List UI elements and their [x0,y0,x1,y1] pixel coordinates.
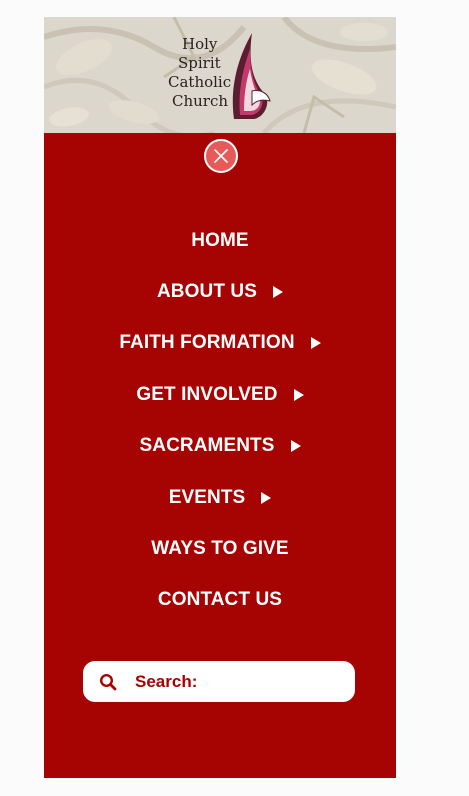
logo-line-2: Spirit [178,54,221,72]
nav-item-label: SACRAMENTS [139,435,275,457]
submenu-arrow-icon[interactable] [293,388,304,401]
mobile-menu-panel: Holy Spirit Catholic Church HOME ABOUT U… [44,17,396,778]
close-icon [214,149,228,163]
logo-text: Holy Spirit Catholic Church [164,35,234,111]
nav-item-events[interactable]: EVENTS [44,472,396,523]
main-navigation: HOME ABOUT US FAITH FORMATION GET INVOLV… [44,215,396,626]
nav-item-contact-us[interactable]: CONTACT US [44,575,396,626]
nav-item-about-us[interactable]: ABOUT US [44,266,396,317]
submenu-arrow-icon[interactable] [261,491,272,504]
search-icon[interactable] [99,673,117,691]
church-logo[interactable]: Holy Spirit Catholic Church [164,31,276,123]
logo-line-4: Church [172,92,229,110]
submenu-arrow-icon[interactable] [273,286,284,299]
search-box[interactable] [83,661,355,702]
logo-line-3: Catholic [168,73,232,91]
nav-item-sacraments[interactable]: SACRAMENTS [44,421,396,472]
submenu-arrow-icon[interactable] [310,337,321,350]
nav-item-label: WAYS TO GIVE [151,538,289,560]
nav-item-label: ABOUT US [156,281,258,303]
nav-item-ways-to-give[interactable]: WAYS TO GIVE [44,523,396,574]
nav-item-label: CONTACT US [157,589,283,611]
nav-item-label: FAITH FORMATION [119,332,295,354]
nav-item-label: HOME [191,229,249,251]
submenu-arrow-icon[interactable] [290,440,301,453]
nav-item-get-involved[interactable]: GET INVOLVED [44,369,396,420]
logo-line-1: Holy [182,35,218,53]
nav-item-faith-formation[interactable]: FAITH FORMATION [44,318,396,369]
nav-item-label: GET INVOLVED [136,383,278,405]
search-input[interactable] [133,670,337,693]
dove-flame-icon [232,33,271,119]
menu-header: Holy Spirit Catholic Church [44,17,396,133]
nav-item-label: EVENTS [168,486,246,508]
close-menu-button[interactable] [204,139,238,173]
nav-item-home[interactable]: HOME [44,215,396,266]
